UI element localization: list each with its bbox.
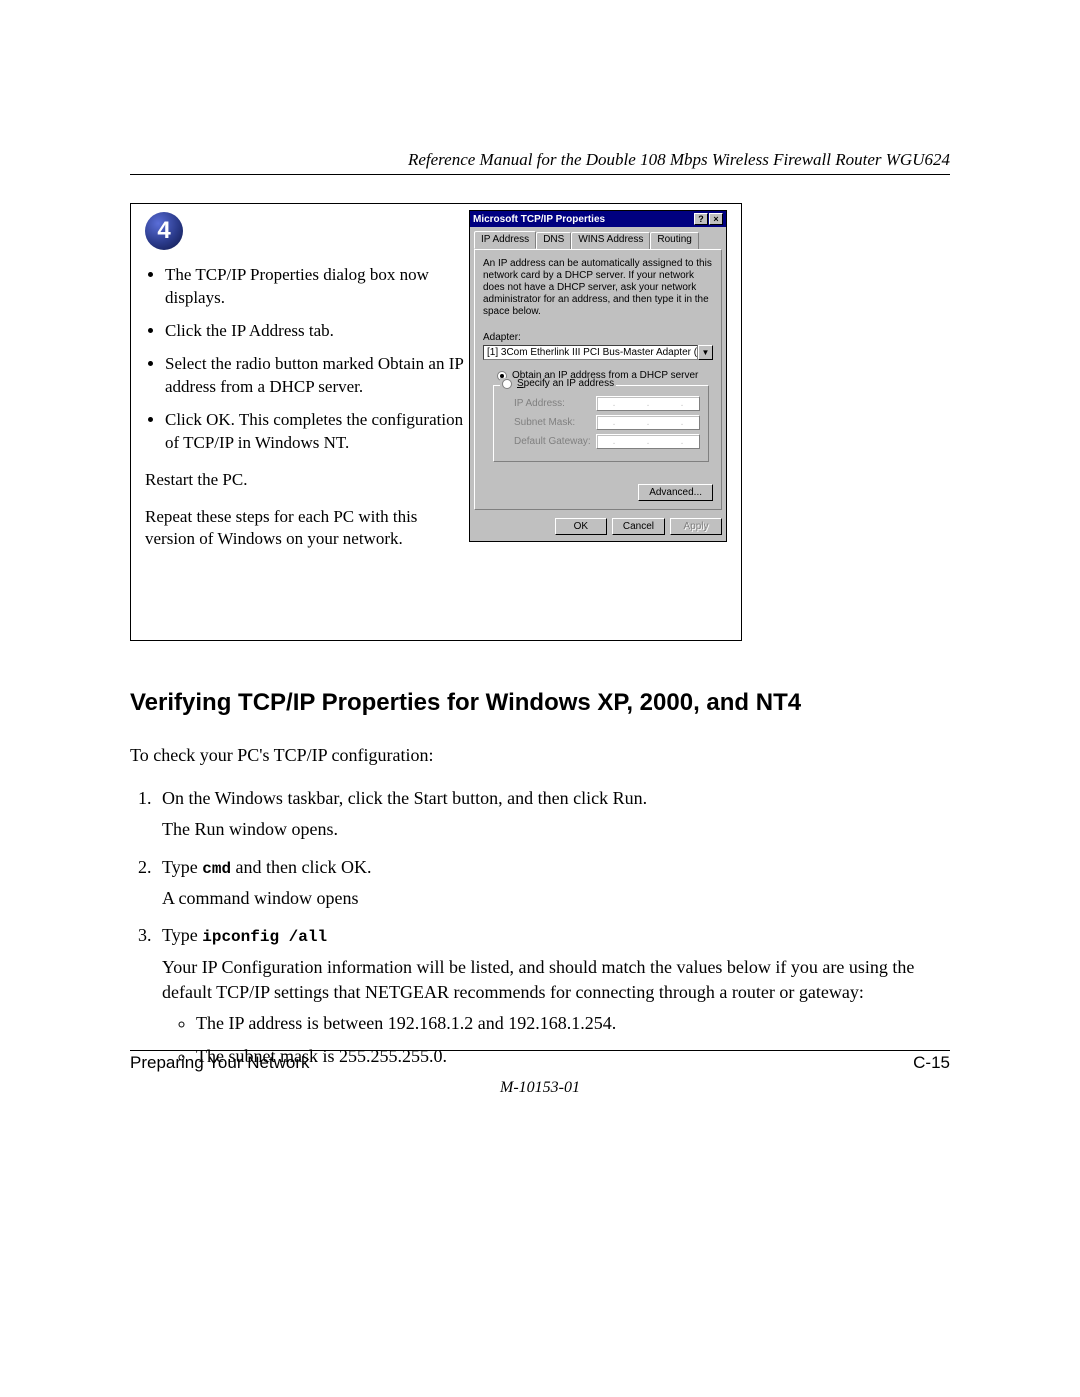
radio-icon[interactable] [502,379,512,389]
command-text: cmd [202,860,231,878]
default-gateway-field: ... [596,434,700,449]
ip-address-field: ... [596,396,700,411]
page-header: Reference Manual for the Double 108 Mbps… [130,150,950,175]
tab-strip: IP Address DNS WINS Address Routing [474,231,722,249]
tab-description: An IP address can be automatically assig… [483,258,713,318]
step-bullet: Click the IP Address tab. [165,320,465,343]
adapter-combo[interactable]: [1] 3Com Etherlink III PCI Bus-Master Ad… [483,345,698,360]
procedure-result: A command window opens [162,886,950,911]
adapter-label: Adapter: [483,332,713,343]
step-paragraph: Repeat these steps for each PC with this… [145,506,465,552]
dialog-title: Microsoft TCP/IP Properties [473,214,605,225]
radio-specify-ip[interactable]: Specify an IP address [500,378,616,389]
dialog-titlebar[interactable]: Microsoft TCP/IP Properties ? × [470,211,726,227]
footer-section-name: Preparing Your Network [130,1053,310,1073]
tab-routing[interactable]: Routing [650,232,698,250]
document-number: M-10153-01 [130,1079,950,1097]
help-icon[interactable]: ? [694,213,708,225]
ip-address-label: IP Address: [514,398,596,409]
list-item: The IP address is between 192.168.1.2 an… [196,1011,950,1036]
apply-button[interactable]: Apply [670,518,722,535]
close-icon[interactable]: × [709,213,723,225]
specify-ip-group: Specify an IP address IP Address: ... Su… [493,385,709,462]
ok-button[interactable]: OK [555,518,607,535]
procedure-step: Type ipconfig /all Your IP Configuration… [156,923,950,1069]
procedure-result: Your IP Configuration information will b… [162,955,950,1005]
procedure-step: On the Windows taskbar, click the Start … [156,786,950,842]
section-heading: Verifying TCP/IP Properties for Windows … [130,689,950,717]
procedure-step: Type cmd and then click OK. A command wi… [156,855,950,912]
step-paragraph: Restart the PC. [145,469,465,492]
step-bullet: Click OK. This completes the configurati… [165,409,465,455]
tab-panel-ip: An IP address can be automatically assig… [474,249,722,510]
page-number: C-15 [913,1053,950,1073]
step-bullet: Select the radio button marked Obtain an… [165,353,465,399]
procedure-list: On the Windows taskbar, click the Start … [130,786,950,1069]
chevron-down-icon[interactable]: ▼ [698,345,713,360]
subnet-mask-label: Subnet Mask: [514,417,596,428]
command-text: ipconfig /all [202,928,327,946]
section-intro: To check your PC's TCP/IP configuration: [130,743,950,768]
cancel-button[interactable]: Cancel [612,518,665,535]
step-4-box: 4 The TCP/IP Properties dialog box now d… [130,203,742,641]
advanced-button[interactable]: Advanced... [638,484,713,501]
tcpip-properties-dialog: Microsoft TCP/IP Properties ? × IP Addre… [469,210,727,542]
step-bullet: The TCP/IP Properties dialog box now dis… [165,264,465,310]
step-number-badge: 4 [145,212,183,250]
procedure-result: The Run window opens. [162,817,950,842]
default-gateway-label: Default Gateway: [514,436,596,447]
tab-dns[interactable]: DNS [536,232,571,250]
radio-label: Specify an IP address [517,378,614,389]
tab-wins[interactable]: WINS Address [571,232,650,250]
tab-ip-address[interactable]: IP Address [474,231,536,249]
subnet-mask-field: ... [596,415,700,430]
step-bullet-list: The TCP/IP Properties dialog box now dis… [145,264,465,455]
